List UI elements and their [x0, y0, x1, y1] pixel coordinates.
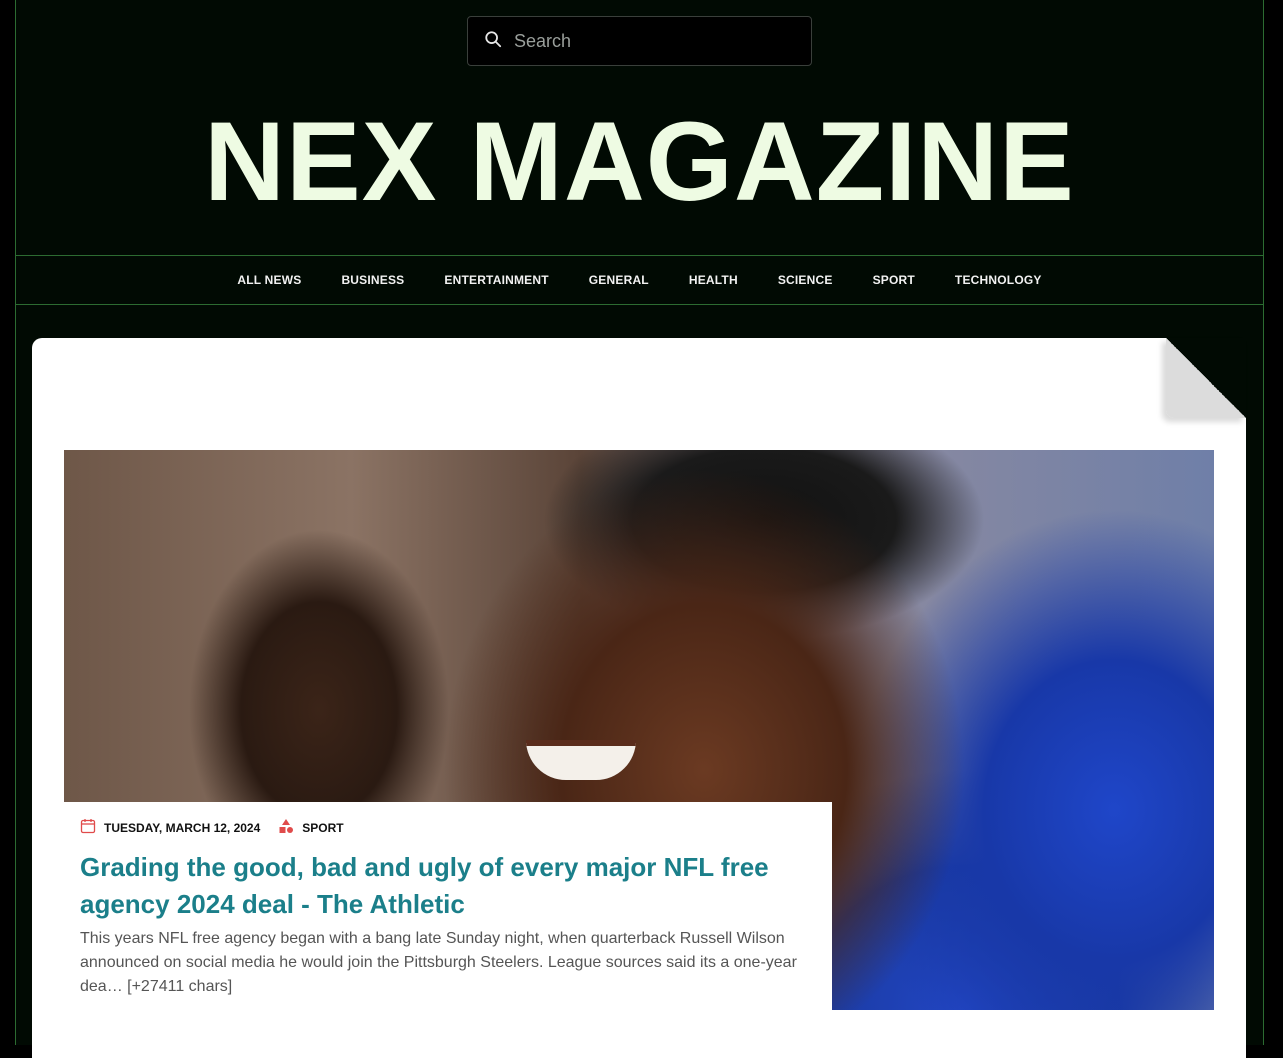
main-nav: ALL NEWS BUSINESS ENTERTAINMENT GENERAL … [16, 256, 1263, 305]
article-meta: TUESDAY, MARCH 12, 2024 SPORT [80, 818, 816, 837]
nav-item-sport[interactable]: SPORT [853, 273, 935, 287]
search-box[interactable] [467, 16, 812, 66]
article-date-text: TUESDAY, MARCH 12, 2024 [104, 820, 261, 835]
search-input[interactable] [514, 30, 784, 52]
nav-item-general[interactable]: GENERAL [569, 273, 669, 287]
nav-item-all-news[interactable]: ALL NEWS [217, 273, 321, 287]
nav-item-entertainment[interactable]: ENTERTAINMENT [424, 273, 568, 287]
site-title[interactable]: NEX MAGAZINE [16, 102, 1263, 222]
site-header: NEX MAGAZINE [16, 0, 1263, 256]
article-headline[interactable]: Grading the good, bad and ugly of every … [80, 849, 816, 923]
page-curl-decoration [1166, 338, 1246, 418]
calendar-icon [80, 818, 104, 837]
article-category[interactable]: SPORT [278, 818, 344, 837]
article-excerpt: This years NFL free agency began with a … [80, 930, 797, 995]
nav-item-business[interactable]: BUSINESS [321, 273, 424, 287]
page-frame: NEX MAGAZINE ALL NEWS BUSINESS ENTERTAIN… [15, 0, 1264, 1058]
featured-article-card: TUESDAY, MARCH 12, 2024 SPORT Grading th… [32, 338, 1246, 1058]
article-summary-panel: TUESDAY, MARCH 12, 2024 SPORT Grading th… [64, 802, 832, 1042]
shapes-icon [278, 818, 302, 837]
hero-image-detail [526, 740, 636, 780]
nav-item-technology[interactable]: TECHNOLOGY [935, 273, 1062, 287]
nav-item-health[interactable]: HEALTH [669, 273, 758, 287]
article-date: TUESDAY, MARCH 12, 2024 [80, 818, 260, 837]
article-category-text[interactable]: SPORT [302, 821, 343, 835]
nav-item-science[interactable]: SCIENCE [758, 273, 853, 287]
search-icon [484, 30, 502, 53]
